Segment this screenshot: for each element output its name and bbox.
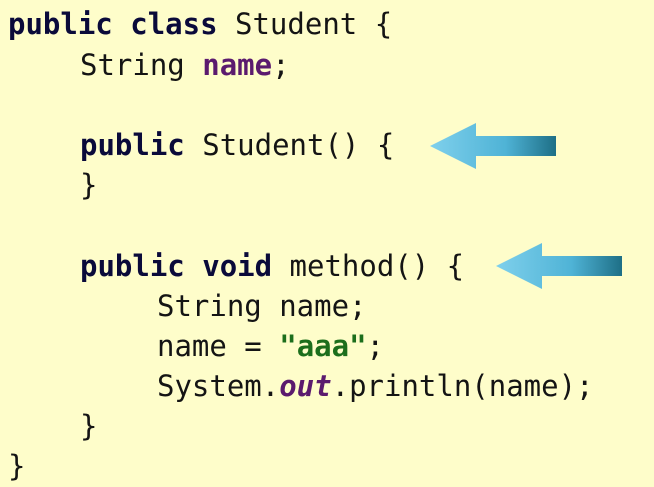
code-line-method: public void method() { bbox=[80, 246, 464, 286]
code-line-constructor: public Student() { bbox=[80, 125, 394, 165]
closing-brace: } bbox=[80, 409, 98, 443]
code-line-constructor-close: } bbox=[80, 165, 97, 205]
method-signature: method() { bbox=[289, 249, 465, 283]
string-literal: "aaa" bbox=[279, 329, 367, 363]
code-line-local-variable: String name; bbox=[157, 286, 367, 326]
code-line-method-close: } bbox=[80, 406, 97, 446]
code-line-class-close: } bbox=[8, 446, 25, 486]
local-variable-declaration: String name; bbox=[157, 289, 367, 323]
system-class: System. bbox=[157, 369, 280, 403]
arrow-shape bbox=[430, 123, 556, 169]
semicolon: ; bbox=[272, 48, 290, 82]
code-line-class-declaration: public class Student { bbox=[8, 4, 392, 44]
arrow-shape bbox=[496, 243, 622, 289]
type-string: String bbox=[80, 48, 185, 82]
code-line-println: System.out.println(name); bbox=[157, 366, 594, 406]
constructor-signature: Student() { bbox=[202, 128, 395, 162]
static-field-out: out bbox=[279, 369, 332, 403]
assignment-target: name = bbox=[157, 329, 262, 363]
code-slide: public class Student { String name; publ… bbox=[0, 0, 654, 487]
keyword-public: public bbox=[80, 128, 185, 162]
keyword-public: public bbox=[80, 249, 185, 283]
code-line-assignment: name = "aaa"; bbox=[157, 326, 384, 366]
println-call: .println(name); bbox=[331, 369, 594, 403]
keyword-void: void bbox=[202, 249, 273, 283]
field-name: name bbox=[202, 48, 273, 82]
code-line-field-declaration: String name; bbox=[80, 45, 290, 85]
class-name: Student { bbox=[235, 7, 393, 41]
keyword-class: class bbox=[130, 7, 218, 41]
method-pointer-arrow bbox=[496, 243, 622, 289]
closing-brace: } bbox=[80, 168, 98, 202]
closing-brace: } bbox=[8, 449, 26, 483]
constructor-pointer-arrow bbox=[430, 123, 556, 169]
keyword-public: public bbox=[8, 7, 113, 41]
semicolon: ; bbox=[366, 329, 385, 363]
